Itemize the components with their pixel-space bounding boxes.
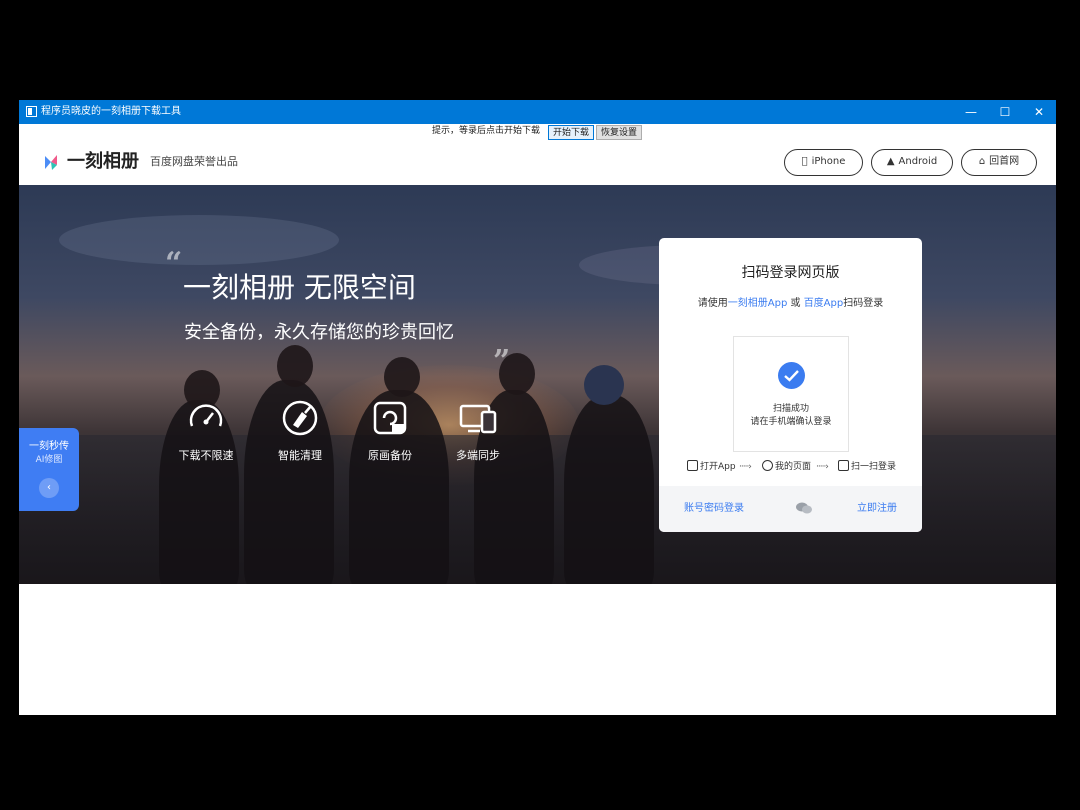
login-footer: 账号密码登录 立即注册 <box>659 486 922 532</box>
speedometer-icon <box>189 404 223 427</box>
collapse-widget-button[interactable]: ‹ <box>39 478 59 498</box>
profile-icon <box>762 460 773 471</box>
close-quote-icon: ” <box>493 344 511 379</box>
back-home-button[interactable]: ⌂ 回首网 <box>961 149 1037 176</box>
original-photo-icon <box>373 401 407 435</box>
qr-code-area: 扫描成功 请在手机端确认登录 <box>733 336 849 452</box>
hero-banner: “ ” 一刻相册 无限空间 安全备份，永久存储您的珍贵回忆 下载不限速 智能清理 <box>19 185 1056 584</box>
open-quote-icon: “ <box>165 246 183 281</box>
feature-label: 多端同步 <box>456 449 500 462</box>
title-bar: 程序员晓皮的一刻相册下载工具 — ☐ ✕ <box>19 100 1056 124</box>
widget-line1: 一刻秒传 <box>29 441 69 452</box>
wechat-icon[interactable] <box>796 502 812 514</box>
app-window-icon <box>26 106 37 117</box>
step-label: 我的页面 <box>775 462 812 472</box>
instruction-prefix: 请使用 <box>697 298 728 309</box>
yike-logo-icon <box>45 155 57 170</box>
home-icon: ⌂ <box>978 156 986 167</box>
brand-subtitle: 百度网盘荣誉出品 <box>150 155 238 168</box>
feature-multi-sync: 多端同步 <box>438 398 518 463</box>
hero-title: 一刻相册 无限空间 <box>183 271 416 304</box>
quick-upload-widget[interactable]: 一刻秒传 AI修图 ‹ <box>19 428 79 511</box>
account-login-link[interactable]: 账号密码登录 <box>684 486 744 532</box>
hint-text: 提示，等录后点击开始下载 <box>432 126 541 136</box>
feature-original-backup: 原画备份 <box>350 398 430 463</box>
devices-sync-icon <box>459 404 497 434</box>
login-instructions: 请使用一刻相册App 或 百度App扫码登录 <box>659 297 922 311</box>
step-arrow: ·····› <box>816 462 829 472</box>
close-button[interactable]: ✕ <box>1022 100 1056 124</box>
step-label: 扫一扫登录 <box>851 462 897 472</box>
sky-cloud <box>59 215 339 265</box>
tool-strip: 提示，等录后点击开始下载 开始下载 恢复设置 <box>19 124 1056 140</box>
feature-label: 下载不限速 <box>178 449 234 462</box>
android-icon: ▲ <box>886 156 895 167</box>
step-open-app: 打开App <box>687 460 736 474</box>
step-my-page: 我的页面 <box>762 460 811 474</box>
register-link[interactable]: 立即注册 <box>857 486 897 532</box>
scan-icon <box>838 460 849 471</box>
step-scan: 扫一扫登录 <box>838 460 896 474</box>
minimize-button[interactable]: — <box>954 100 988 124</box>
widget-line2: AI修图 <box>35 455 63 465</box>
maximize-button[interactable]: ☐ <box>988 100 1022 124</box>
person-silhouette <box>564 395 654 584</box>
person-head <box>584 365 624 405</box>
android-download-button[interactable]: ▲ Android <box>871 149 953 176</box>
yike-app-link[interactable]: 一刻相册App <box>728 298 788 309</box>
person-head <box>277 345 313 387</box>
iphone-label: iPhone <box>808 156 846 167</box>
start-download-button[interactable]: 开始下载 <box>548 125 595 140</box>
scan-status: 扫描成功 <box>772 404 809 414</box>
app-window: 程序员晓皮的一刻相册下载工具 — ☐ ✕ 提示，等录后点击开始下载 开始下载 恢… <box>19 100 1056 715</box>
broom-icon <box>282 400 318 436</box>
instruction-suffix: 扫码登录 <box>843 298 884 309</box>
qr-login-card: 扫码登录网页版 请使用一刻相册App 或 百度App扫码登录 扫描成功 请在手机… <box>659 238 922 532</box>
step-arrow: ·····› <box>739 462 752 472</box>
page-body-blank <box>19 584 1056 715</box>
android-label: Android <box>898 156 938 167</box>
feature-unlimited-speed: 下载不限速 <box>166 398 246 463</box>
apple-icon:  <box>802 150 808 174</box>
site-header: 一刻相册 百度网盘荣誉出品 iPhone ▲Android ⌂回首网 <box>19 140 1056 185</box>
phone-app-icon <box>687 460 698 471</box>
restore-settings-button[interactable]: 恢复设置 <box>596 125 643 140</box>
check-icon <box>778 362 805 389</box>
scan-status-hint: 请在手机端确认登录 <box>750 417 832 427</box>
feature-label: 原画备份 <box>368 449 412 462</box>
login-title: 扫码登录网页版 <box>741 265 840 281</box>
feature-label: 智能清理 <box>278 449 322 462</box>
login-steps: 打开App ·····› 我的页面 ·····› 扫一扫登录 <box>659 460 922 474</box>
step-label: 打开App <box>700 462 736 472</box>
iphone-download-button[interactable]: iPhone <box>784 149 863 176</box>
hero-subtitle: 安全备份，永久存储您的珍贵回忆 <box>184 322 454 343</box>
home-label: 回首网 <box>989 156 1020 167</box>
brand-name[interactable]: 一刻相册 <box>67 150 139 174</box>
instruction-or: 或 <box>790 298 801 309</box>
feature-smart-clean: 智能清理 <box>260 398 340 463</box>
person-head <box>384 357 420 397</box>
window-title: 程序员晓皮的一刻相册下载工具 <box>41 106 181 117</box>
baidu-app-link[interactable]: 百度App <box>804 298 844 309</box>
